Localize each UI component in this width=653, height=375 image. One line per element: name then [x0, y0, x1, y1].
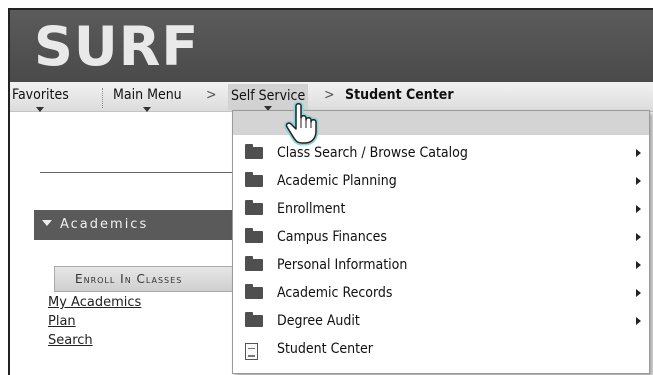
- folder-icon: [245, 284, 263, 299]
- folder-icon: [245, 312, 263, 327]
- breadcrumb-separator: >: [324, 87, 335, 103]
- breadcrumb-separator: >: [206, 87, 217, 103]
- academics-section-header[interactable]: Academics: [34, 210, 239, 240]
- header-banner: SURF: [10, 10, 653, 82]
- chevron-down-icon: [36, 107, 45, 112]
- nav-favorites-label: Favorites: [12, 87, 69, 103]
- chevron-right-icon: [636, 177, 641, 185]
- divider-line: [40, 172, 240, 173]
- menu-item-enrollment[interactable]: Enrollment: [233, 195, 649, 223]
- surf-logo: SURF: [34, 15, 200, 78]
- chevron-right-icon: [636, 149, 641, 157]
- menu-item-label: Enrollment: [277, 201, 346, 217]
- academics-header-label: Academics: [60, 217, 149, 232]
- menu-item-label: Personal Information: [277, 257, 408, 273]
- folder-icon: [245, 200, 263, 215]
- app-frame: SURF Favorites Main Menu > Self Service …: [8, 8, 653, 375]
- menu-item-student-center[interactable]: Student Center: [233, 335, 649, 363]
- folder-icon: [245, 172, 263, 187]
- chevron-right-icon: [636, 317, 641, 325]
- nav-student-center[interactable]: Student Center: [345, 87, 454, 103]
- nav-divider: [102, 88, 103, 108]
- collapse-triangle-icon: [42, 220, 52, 226]
- chevron-right-icon: [636, 205, 641, 213]
- chevron-right-icon: [636, 261, 641, 269]
- self-service-dropdown-menu: Class Search / Browse Catalog Academic P…: [232, 110, 650, 374]
- breadcrumb: Favorites Main Menu > Self Service > Stu…: [10, 82, 653, 112]
- folder-icon: [245, 256, 263, 271]
- menu-item-personal-information[interactable]: Personal Information: [233, 251, 649, 279]
- menu-item-label: Academic Planning: [277, 173, 397, 189]
- nav-main-menu-label: Main Menu: [113, 87, 182, 103]
- hand-pointer-cursor-icon: [284, 102, 319, 146]
- nav-favorites[interactable]: Favorites: [12, 87, 69, 112]
- document-icon: [245, 343, 258, 360]
- menu-item-label: Degree Audit: [277, 313, 360, 329]
- menu-item-campus-finances[interactable]: Campus Finances: [233, 223, 649, 251]
- link-search[interactable]: Search: [48, 333, 93, 348]
- chevron-right-icon: [636, 233, 641, 241]
- menu-item-label: Campus Finances: [277, 229, 387, 245]
- link-plan[interactable]: Plan: [48, 314, 76, 329]
- menu-item-academic-records[interactable]: Academic Records: [233, 279, 649, 307]
- folder-icon: [245, 228, 263, 243]
- menu-item-label: Academic Records: [277, 285, 393, 301]
- nav-main-menu[interactable]: Main Menu: [113, 87, 182, 112]
- menu-item-label: Student Center: [277, 341, 373, 357]
- chevron-right-icon: [636, 289, 641, 297]
- menu-item-academic-planning[interactable]: Academic Planning: [233, 167, 649, 195]
- link-my-academics[interactable]: My Academics: [48, 295, 141, 310]
- chevron-down-icon: [143, 107, 152, 112]
- folder-icon: [245, 144, 263, 159]
- enroll-in-classes-button[interactable]: Enroll In Classes: [54, 266, 244, 292]
- menu-item-degree-audit[interactable]: Degree Audit: [233, 307, 649, 335]
